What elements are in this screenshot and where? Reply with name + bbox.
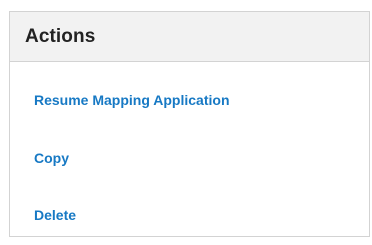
delete-link[interactable]: Delete — [34, 207, 76, 223]
resume-mapping-application-link[interactable]: Resume Mapping Application — [34, 92, 230, 108]
copy-link[interactable]: Copy — [34, 150, 69, 166]
actions-panel: Actions Resume Mapping Application Copy … — [9, 11, 370, 237]
panel-title: Actions — [25, 25, 96, 47]
actions-panel-header: Actions — [10, 12, 369, 62]
